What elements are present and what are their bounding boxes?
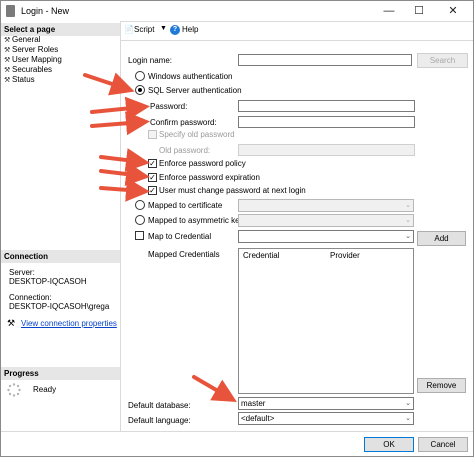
page-item-server-roles[interactable]: ⚒ Server Roles xyxy=(4,45,58,54)
arrow-default-database xyxy=(192,375,237,403)
enforce-policy-label: Enforce password policy xyxy=(159,159,246,168)
column-header-provider: Provider xyxy=(330,251,360,260)
default-language-label: Default language: xyxy=(128,416,191,425)
login-name-input[interactable] xyxy=(238,54,412,66)
page-label: Status xyxy=(12,75,35,84)
confirm-password-input[interactable] xyxy=(238,116,415,128)
toolbar: 📄 Script ▼ ? Help xyxy=(120,21,473,40)
credential-select[interactable]: ⌄ xyxy=(238,230,414,243)
page-item-status[interactable]: ⚒ Status xyxy=(4,75,35,84)
help-icon[interactable]: ? xyxy=(170,25,180,35)
help-button[interactable]: Help xyxy=(182,25,198,34)
chevron-down-icon: ⌄ xyxy=(405,400,411,407)
asymmetric-key-select[interactable]: ⌄ xyxy=(238,214,414,227)
left-panel: Select a page ⚒ General ⚒ Server Roles ⚒ Us… xyxy=(1,21,120,456)
default-language-value: <default> xyxy=(241,414,275,423)
password-label: Password: xyxy=(150,102,188,111)
app-icon xyxy=(6,5,15,17)
window-title: Login - New xyxy=(21,6,70,16)
old-password-label: Old password: xyxy=(159,146,211,155)
wrench-icon: ⚒ xyxy=(4,77,11,84)
wrench-icon: ⚒ xyxy=(4,37,11,44)
connection-value: DESKTOP-IQCASOH\grega xyxy=(9,302,110,311)
search-button[interactable]: Search xyxy=(417,53,468,68)
sql-auth-label: SQL Server authentication xyxy=(148,86,242,95)
default-database-value: master xyxy=(241,399,266,408)
title-bar: Login - New — ☐ ✕ xyxy=(1,1,473,21)
server-value: DESKTOP-IQCASOH xyxy=(9,277,87,286)
divider xyxy=(120,40,473,41)
wrench-icon: ⚒ xyxy=(4,67,11,74)
chevron-down-icon: ⌄ xyxy=(405,415,411,422)
enforce-expiration-checkbox[interactable]: ✓ xyxy=(148,173,157,182)
map-credential-label: Map to Credential xyxy=(148,232,212,241)
page-item-securables[interactable]: ⚒ Securables xyxy=(4,65,52,74)
ok-button[interactable]: OK xyxy=(364,437,414,452)
column-header-credential: Credential xyxy=(243,251,280,260)
mapped-asymmetric-key-radio[interactable] xyxy=(135,215,145,225)
confirm-password-label: Confirm password: xyxy=(150,118,217,127)
specify-old-password-checkbox[interactable] xyxy=(148,130,157,139)
connection-label: Connection: xyxy=(9,293,52,302)
default-database-select[interactable]: master ⌄ xyxy=(238,397,414,410)
progress-header: Progress xyxy=(1,367,120,380)
cancel-button[interactable]: Cancel xyxy=(418,437,468,452)
page-item-user-mapping[interactable]: ⚒ User Mapping xyxy=(4,55,62,64)
progress-status: Ready xyxy=(33,385,57,394)
connection-properties-icon: ⚒ xyxy=(7,318,16,328)
maximize-button[interactable]: ☐ xyxy=(405,1,433,21)
page-item-general[interactable]: ⚒ General xyxy=(4,35,40,44)
sql-auth-radio[interactable] xyxy=(135,85,145,95)
progress-spinner-icon xyxy=(7,383,21,397)
default-database-label: Default database: xyxy=(128,401,191,410)
divider xyxy=(120,21,121,431)
mapped-credentials-table[interactable]: Credential Provider xyxy=(238,248,414,394)
script-button[interactable]: Script xyxy=(134,25,154,34)
chevron-down-icon: ⌄ xyxy=(405,217,411,224)
must-change-checkbox[interactable]: ✓ xyxy=(148,186,157,195)
mapped-asymmetric-key-label: Mapped to asymmetric key xyxy=(148,216,244,225)
mapped-certificate-label: Mapped to certificate xyxy=(148,201,223,210)
page-label: General xyxy=(12,35,41,44)
remove-button[interactable]: Remove xyxy=(417,378,466,393)
minimize-button[interactable]: — xyxy=(375,1,403,21)
chevron-down-icon: ⌄ xyxy=(405,233,411,240)
close-button[interactable]: ✕ xyxy=(439,1,467,21)
add-button[interactable]: Add xyxy=(417,231,466,246)
page-label: User Mapping xyxy=(12,55,62,64)
server-label: Server: xyxy=(9,268,35,277)
view-connection-properties-link[interactable]: View connection properties xyxy=(21,319,117,328)
script-dropdown-icon[interactable]: ▼ xyxy=(160,25,167,32)
mapped-credentials-label: Mapped Credentials xyxy=(148,250,220,259)
certificate-select[interactable]: ⌄ xyxy=(238,199,414,212)
wrench-icon: ⚒ xyxy=(4,57,11,64)
connection-header: Connection xyxy=(1,250,120,263)
enforce-expiration-label: Enforce password expiration xyxy=(159,173,260,182)
divider xyxy=(1,431,473,432)
windows-auth-radio[interactable] xyxy=(135,71,145,81)
script-icon: 📄 xyxy=(124,25,134,34)
page-label: Securables xyxy=(12,65,53,74)
specify-old-password-label: Specify old password xyxy=(159,130,235,139)
page-label: Server Roles xyxy=(12,45,59,54)
login-name-label: Login name: xyxy=(128,56,173,65)
old-password-input[interactable] xyxy=(238,144,415,156)
mapped-certificate-radio[interactable] xyxy=(135,200,145,210)
wrench-icon: ⚒ xyxy=(4,47,11,54)
password-input[interactable] xyxy=(238,100,415,112)
must-change-label: User must change password at next login xyxy=(159,186,306,195)
login-new-dialog: Login - New — ☐ ✕ Select a page ⚒ General… xyxy=(0,0,474,457)
chevron-down-icon: ⌄ xyxy=(405,202,411,209)
windows-auth-label: Windows authentication xyxy=(148,72,233,81)
enforce-policy-checkbox[interactable]: ✓ xyxy=(148,159,157,168)
map-credential-checkbox[interactable] xyxy=(135,231,144,240)
default-language-select[interactable]: <default> ⌄ xyxy=(238,412,414,425)
